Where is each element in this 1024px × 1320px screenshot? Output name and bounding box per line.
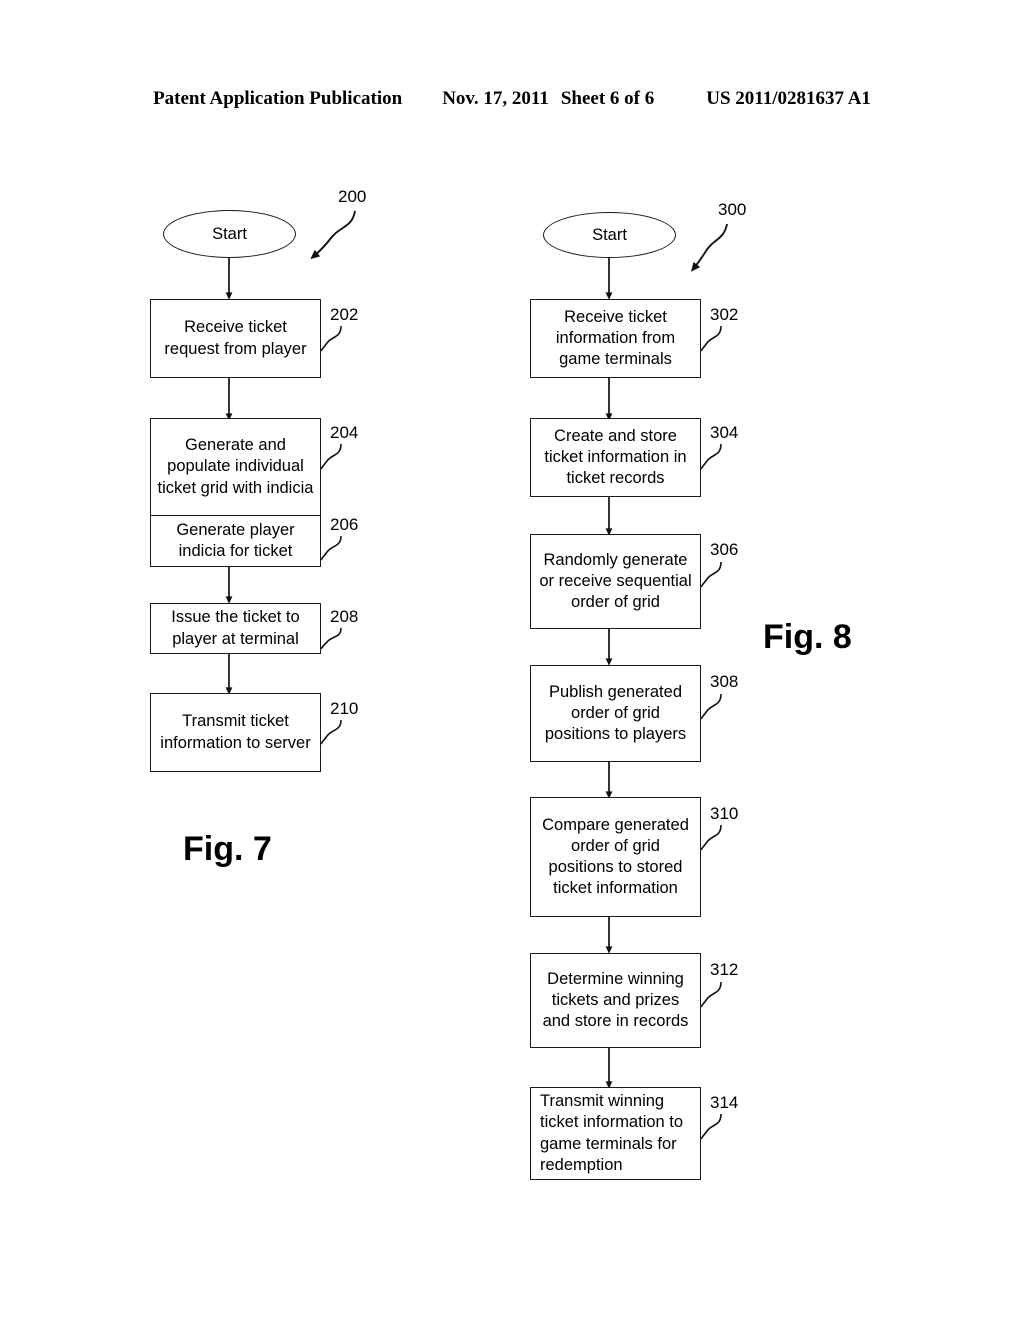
fig7-step-210-label: Transmit ticket information to server (160, 712, 311, 752)
fig8-step-308: Publish generated order of grid position… (530, 665, 701, 762)
fig7-step-204: Generate and populate individual ticket … (150, 418, 321, 516)
fig7-start-label: Start (212, 224, 247, 243)
patent-drawing-sheet: Patent Application Publication Nov. 17, 2… (0, 0, 1024, 1320)
fig8-step-314: Transmit winning ticket information to g… (530, 1087, 701, 1180)
fig8-ref-302: 302 (710, 305, 739, 324)
fig8-step-312-label: Determine winning tickets and prizes and… (542, 969, 689, 1031)
fig7-step-206: Generate player indicia for ticket (150, 515, 321, 567)
fig7-ref-208: 208 (330, 607, 359, 626)
sheet-header: Patent Application Publication Nov. 17, 2… (0, 88, 1024, 110)
fig8-start-node: Start (543, 212, 676, 258)
header-date-label: Nov. 17, 2011 (442, 88, 549, 109)
fig8-caption: Fig. 8 (763, 618, 852, 656)
fig7-ref-210: 210 (330, 699, 359, 718)
fig7-caption: Fig. 7 (183, 830, 272, 868)
fig8-ref-310: 310 (710, 804, 739, 823)
fig7-step-208: Issue the ticket to player at terminal (150, 603, 321, 654)
fig7-step-208-label: Issue the ticket to player at terminal (171, 608, 300, 648)
fig7-ref-206: 206 (330, 515, 359, 534)
fig8-ref-314: 314 (710, 1093, 739, 1112)
fig8-step-310-label: Compare generated order of grid position… (542, 815, 689, 898)
fig8-start-label: Start (592, 225, 627, 244)
fig8-step-302-label: Receive ticket information from game ter… (555, 307, 676, 369)
fig8-step-312: Determine winning tickets and prizes and… (530, 953, 701, 1048)
fig8-step-304-label: Create and store ticket information in t… (544, 426, 687, 488)
fig7-step-202: Receive ticket request from player (150, 299, 321, 378)
fig7-ref-202: 202 (330, 305, 359, 324)
fig8-step-304: Create and store ticket information in t… (530, 418, 701, 497)
fig7-diagram-ref: 200 (338, 187, 367, 206)
fig8-step-306-label: Randomly generate or receive sequential … (539, 550, 692, 612)
fig7-start-node: Start (163, 210, 296, 258)
fig8-ref-304: 304 (710, 423, 739, 442)
fig7-step-210: Transmit ticket information to server (150, 693, 321, 772)
header-publication-label: Patent Application Publication (153, 88, 403, 109)
fig7-step-206-label: Generate player indicia for ticket (176, 520, 295, 560)
header-sheet-label: Sheet 6 of 6 (560, 88, 655, 109)
fig8-ref-308: 308 (710, 672, 739, 691)
fig8-step-310: Compare generated order of grid position… (530, 797, 701, 917)
fig8-ref-306: 306 (710, 540, 739, 559)
fig8-step-314-label: Transmit winning ticket information to g… (540, 1092, 684, 1174)
fig8-step-306: Randomly generate or receive sequential … (530, 534, 701, 629)
fig7-step-204-label: Generate and populate individual ticket … (157, 436, 314, 497)
fig7-ref-204: 204 (330, 423, 359, 442)
fig8-step-302: Receive ticket information from game ter… (530, 299, 701, 378)
fig8-ref-312: 312 (710, 960, 739, 979)
fig8-step-308-label: Publish generated order of grid position… (544, 682, 687, 744)
fig7-step-202-label: Receive ticket request from player (164, 318, 307, 358)
header-patent-number-label: US 2011/0281637 A1 (706, 88, 871, 109)
flowchart-connectors (225, 210, 728, 1140)
fig8-diagram-ref: 300 (718, 200, 747, 219)
